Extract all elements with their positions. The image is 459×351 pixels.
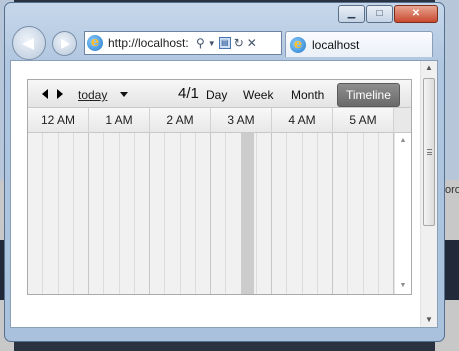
page-scroll-down-icon[interactable]: ▼ — [421, 313, 437, 327]
time-slot[interactable] — [379, 133, 394, 294]
page-scrollbar[interactable]: ▲ ▼ — [420, 61, 437, 327]
time-header-filler — [394, 108, 411, 133]
scroll-up-arrow-icon[interactable]: ▲ — [395, 135, 411, 147]
date-picker-caret-icon[interactable] — [120, 92, 128, 97]
time-slot[interactable] — [43, 133, 59, 294]
time-slot[interactable] — [196, 133, 211, 294]
compatibility-view-icon[interactable]: ▤ — [218, 37, 231, 49]
page-scroll-up-icon[interactable]: ▲ — [421, 61, 437, 75]
stop-icon[interactable]: ✕ — [247, 36, 257, 50]
current-date: 4/1 — [178, 85, 199, 102]
time-slot[interactable] — [211, 133, 227, 294]
today-link[interactable]: today — [78, 88, 107, 102]
view-day-button[interactable]: Day — [206, 88, 227, 102]
back-button[interactable] — [12, 26, 46, 60]
hour-header-cell: 1 AM — [89, 108, 150, 133]
scheduler-toolbar: today 4/1 Day Week Month Timeline — [28, 80, 411, 108]
time-slot[interactable] — [74, 133, 89, 294]
time-slot[interactable] — [226, 133, 242, 294]
time-slot[interactable] — [135, 133, 150, 294]
time-slot[interactable] — [59, 133, 74, 294]
time-slot[interactable] — [104, 133, 120, 294]
caption-buttons: ▁ □ ✕ — [337, 5, 438, 23]
time-slot[interactable] — [364, 133, 379, 294]
page-content: today 4/1 Day Week Month Timeline 12 AM 1… — [10, 60, 438, 328]
scheduler: today 4/1 Day Week Month Timeline 12 AM 1… — [27, 79, 412, 295]
view-week-button[interactable]: Week — [243, 88, 273, 102]
address-actions: ⚲ ▼ ▤ ↻ ✕ — [196, 36, 257, 50]
view-timeline-button[interactable]: Timeline — [337, 83, 400, 107]
tab-title: localhost — [312, 37, 360, 52]
time-slot[interactable] — [120, 133, 135, 294]
previous-arrow-icon[interactable] — [42, 89, 48, 99]
timeline-grid[interactable] — [28, 133, 394, 294]
close-button[interactable]: ✕ — [394, 5, 438, 23]
time-slot[interactable] — [28, 133, 44, 294]
current-time-band — [241, 133, 254, 294]
minimize-button[interactable]: ▁ — [338, 5, 365, 23]
grip-icon — [427, 149, 432, 155]
hour-header-cell: 5 AM — [333, 108, 394, 133]
scheduler-scrollbar[interactable]: ▲ ▼ — [394, 133, 411, 294]
next-arrow-icon[interactable] — [57, 89, 63, 99]
hour-header-cell: 12 AM — [28, 108, 89, 133]
hour-header-cell: 4 AM — [272, 108, 333, 133]
refresh-icon[interactable]: ↻ — [234, 36, 244, 50]
time-slot[interactable] — [333, 133, 349, 294]
hour-header-cell: 3 AM — [211, 108, 272, 133]
time-slot[interactable] — [303, 133, 318, 294]
hour-header-cell: 2 AM — [150, 108, 211, 133]
background-window-text: oro — [445, 184, 459, 196]
time-slot[interactable] — [318, 133, 333, 294]
maximize-button[interactable]: □ — [366, 5, 393, 23]
address-bar[interactable]: e http://localhost: ⚲ ▼ ▤ ↻ ✕ — [84, 31, 282, 55]
address-text[interactable]: http://localhost: — [108, 36, 194, 50]
page-scroll-thumb[interactable] — [423, 78, 435, 226]
time-header: 12 AM 1 AM 2 AM 3 AM 4 AM 5 AM — [28, 108, 394, 133]
time-slot[interactable] — [165, 133, 181, 294]
time-slot[interactable] — [287, 133, 303, 294]
view-month-button[interactable]: Month — [291, 88, 324, 102]
time-slot[interactable] — [348, 133, 364, 294]
time-slot[interactable] — [257, 133, 272, 294]
tab-ie-icon: e — [290, 36, 306, 53]
browser-tab[interactable]: e localhost — [285, 31, 433, 57]
time-slot[interactable] — [181, 133, 196, 294]
time-slot[interactable] — [272, 133, 288, 294]
scroll-down-arrow-icon[interactable]: ▼ — [395, 280, 411, 292]
dropdown-icon[interactable]: ▼ — [208, 39, 216, 48]
forward-button[interactable] — [52, 31, 77, 56]
search-icon[interactable]: ⚲ — [196, 36, 205, 50]
time-slot[interactable] — [150, 133, 166, 294]
ie-page-icon: e — [87, 35, 103, 51]
time-slot[interactable] — [89, 133, 105, 294]
